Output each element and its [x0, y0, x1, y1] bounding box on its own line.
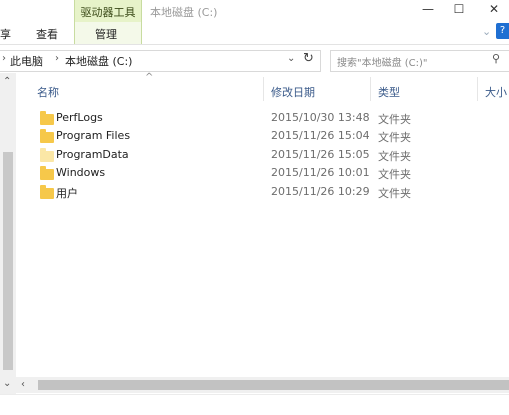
file-modified: 2015/11/26 15:04	[271, 129, 370, 142]
folder-icon	[40, 166, 54, 180]
help-icon[interactable]: ?	[496, 23, 509, 39]
maximize-button[interactable]: ☐	[444, 0, 474, 20]
column-type[interactable]: 类型	[378, 84, 400, 100]
scroll-up-icon[interactable]: ⌃	[3, 76, 11, 87]
file-row[interactable]: Windows 2015/11/26 10:01 文件夹	[30, 164, 500, 182]
file-modified: 2015/11/26 10:01	[271, 166, 370, 179]
drive-tools-context-tab: 驱动器工具	[74, 0, 142, 22]
chevron-right-icon: ›	[55, 53, 59, 64]
status-bar	[0, 394, 509, 415]
scroll-down-icon[interactable]: ⌄	[3, 378, 11, 389]
column-size[interactable]: 大小	[485, 84, 507, 100]
search-placeholder: 搜索"本地磁盘 (C:)"	[337, 58, 428, 69]
search-icon[interactable]: ⚲	[492, 52, 500, 65]
file-row[interactable]: PerfLogs 2015/10/30 13:48 文件夹	[30, 109, 500, 127]
tab-view[interactable]: 查看	[36, 26, 58, 42]
vertical-scroll-thumb[interactable]	[3, 152, 13, 370]
horizontal-scroll-thumb[interactable]	[38, 380, 509, 390]
file-type: 文件夹	[378, 187, 411, 200]
column-divider[interactable]	[370, 77, 371, 101]
chevron-down-icon[interactable]: ⌄	[287, 53, 295, 64]
column-divider[interactable]	[477, 77, 478, 101]
file-row[interactable]: 用户 2015/11/26 10:29 文件夹	[30, 183, 500, 201]
column-name[interactable]: 名称	[37, 84, 59, 100]
file-modified: 2015/11/26 15:05	[271, 148, 370, 161]
column-divider[interactable]	[263, 77, 264, 101]
address-bar[interactable]	[0, 50, 321, 72]
file-row[interactable]: Program Files 2015/11/26 15:04 文件夹	[30, 127, 500, 145]
window-title: 本地磁盘 (C:)	[150, 6, 218, 19]
breadcrumb-this-pc[interactable]: 此电脑	[10, 53, 43, 69]
folder-icon	[40, 148, 54, 162]
file-name: PerfLogs	[56, 111, 103, 124]
folder-icon	[40, 129, 54, 143]
scroll-left-icon[interactable]: ‹	[21, 379, 25, 390]
file-type: 文件夹	[378, 113, 411, 126]
file-type: 文件夹	[378, 168, 411, 181]
file-row[interactable]: ProgramData 2015/11/26 15:05 文件夹	[30, 146, 500, 164]
file-name: ProgramData	[56, 148, 129, 161]
drive-tools-label: 驱动器工具	[80, 6, 136, 19]
sort-ascending-icon: ^	[145, 72, 154, 83]
folder-icon	[40, 111, 54, 125]
ribbon-expand-icon[interactable]: ⌄	[482, 25, 491, 38]
refresh-icon[interactable]: ↻	[303, 51, 314, 66]
file-name: Windows	[56, 166, 106, 179]
file-type: 文件夹	[378, 131, 411, 144]
minimize-button[interactable]: —	[413, 0, 443, 20]
file-modified: 2015/10/30 13:48	[271, 111, 370, 124]
file-name: Program Files	[56, 129, 131, 142]
chevron-right-icon: ›	[2, 53, 6, 64]
file-type: 文件夹	[378, 150, 411, 163]
tab-manage[interactable]: 管理	[95, 26, 117, 42]
tab-share[interactable]: 享	[0, 26, 11, 42]
close-button[interactable]: ✕	[479, 0, 509, 20]
file-modified: 2015/11/26 10:29	[271, 185, 370, 198]
file-name: 用户	[56, 187, 78, 200]
column-modified[interactable]: 修改日期	[271, 84, 315, 100]
breadcrumb-local-disk[interactable]: 本地磁盘 (C:)	[65, 53, 132, 69]
folder-icon	[40, 185, 54, 199]
